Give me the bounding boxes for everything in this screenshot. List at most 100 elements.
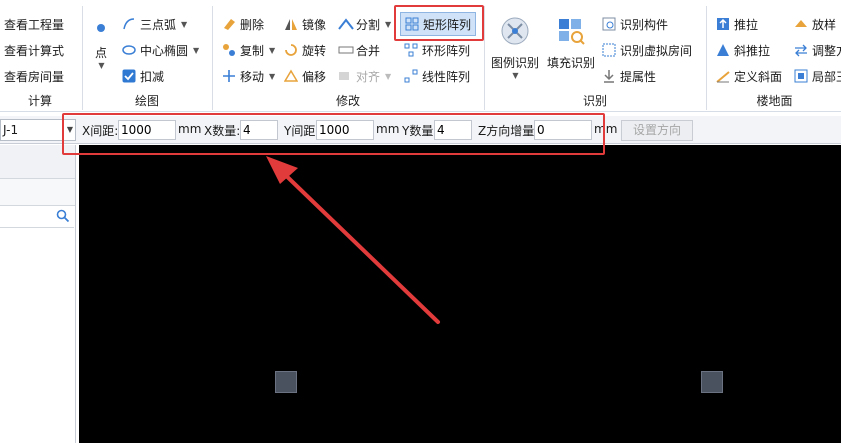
push-pull-button[interactable]: 推拉 [716,13,758,35]
group-identify-label: 识别 [582,94,607,108]
fill-identify-button[interactable]: 填充识别 [544,16,598,71]
adjust-button[interactable]: 调整方 [794,39,841,61]
extract-attr-icon [602,69,616,83]
group-floor-label: 楼地面 [756,94,793,108]
move-button[interactable]: 移动 ▼ [222,65,275,87]
push-pull-label: 推拉 [734,17,759,32]
linear-array-label: 线性阵列 [422,69,471,84]
component-search-input[interactable] [0,206,74,228]
drawing-canvas[interactable] [79,145,841,443]
group-calc-label: 计算 [27,94,52,108]
rotate-icon [284,43,298,57]
merge-icon [338,43,354,57]
copy-button[interactable]: 复制 ▼ [222,39,275,61]
merge-label: 合并 [356,43,381,58]
left-panel-subheader [0,179,75,206]
align-icon [338,69,352,83]
set-direction-button[interactable]: 设置方向 [621,120,693,141]
separator [484,6,485,110]
point-caret-icon: ▼ [98,61,105,70]
offset-icon [283,69,299,83]
ring-array-icon [404,43,418,57]
identify-component-label: 识别构件 [620,17,669,32]
push-pull-icon [716,17,730,31]
local-label: 局部王 [812,69,841,84]
delete-label: 删除 [240,17,265,32]
chevron-down-icon: ▼ [385,71,392,81]
view-formula-button[interactable]: 查看计算式 [4,39,64,61]
linear-array-icon [404,69,418,83]
point-icon [96,22,106,32]
view-quantity-button[interactable]: 查看工程量 [4,13,64,35]
identify-component-button[interactable]: 识别构件 [602,13,668,35]
identify-virtual-room-label: 识别虚拟房间 [620,43,693,58]
chevron-down-icon: ▼ [269,45,276,55]
group-identify: 图例识别 ▼ 填充识别 识别构件 识别虚拟房间 提属性 识别 [486,0,704,112]
legend-identify-icon [500,16,530,46]
ring-array-label: 环形阵列 [422,43,471,58]
align-button[interactable]: 对齐 ▼ [338,65,391,87]
separator [212,6,213,110]
define-slope-button[interactable]: 定义斜面 [716,65,782,87]
split-button[interactable]: 分割 ▼ [338,13,391,35]
mirror-icon [284,17,298,31]
separator [82,6,83,110]
point-label: 点 [94,46,107,60]
deduct-checkbox[interactable]: 扣减 [122,65,164,87]
deduct-label: 扣减 [140,69,165,84]
chevron-down-icon: ▼ [385,19,392,29]
mirror-button[interactable]: 镜像 [284,13,326,35]
loft-button[interactable]: 放样 [794,13,836,35]
delete-button[interactable]: 删除 [222,13,264,35]
ellipse-icon [122,43,136,57]
mirror-label: 镜像 [302,17,327,32]
group-calc: 查看工程量 查看计算式 查看房间量 计算 [0,0,80,112]
virtual-room-icon [602,43,616,57]
column-element[interactable] [701,371,723,393]
local-icon [794,69,808,83]
component-combo-value: J-1 [3,123,19,137]
fill-identify-label: 填充识别 [546,56,595,70]
view-quantity-label: 查看工程量 [4,17,65,32]
chevron-down-icon: ▼ [512,71,519,80]
chevron-down-icon: ▼ [269,71,276,81]
legend-identify-button[interactable]: 图例识别 ▼ [488,16,542,80]
move-icon [222,69,236,83]
rotate-button[interactable]: 旋转 [284,39,326,61]
identify-virtual-room-button[interactable]: 识别虚拟房间 [602,39,692,61]
point-button[interactable]: 点 ▼ [90,22,112,70]
adjust-arrows-icon [794,43,808,57]
eraser-icon [222,17,236,31]
slope-push-button[interactable]: 斜推拉 [716,39,770,61]
legend-identify-label: 图例识别 [490,56,539,70]
offset-button[interactable]: 偏移 [283,65,326,87]
adjust-label: 调整方 [812,43,841,58]
linear-array-button[interactable]: 线性阵列 [404,65,470,87]
view-room-quantity-button[interactable]: 查看房间量 [4,65,64,87]
merge-button[interactable]: 合并 [338,39,380,61]
left-panel [0,145,76,443]
search-icon [56,209,70,226]
copy-label: 复制 [240,43,265,58]
align-label: 对齐 [356,69,381,84]
extract-attr-label: 提属性 [620,69,657,84]
view-room-quantity-label: 查看房间量 [4,69,65,84]
split-icon [338,17,354,31]
rect-array-highlight [394,5,484,41]
loft-icon [794,17,808,31]
arc-icon [122,17,136,31]
center-ellipse-button[interactable]: 中心椭圆 ▼ [122,39,199,61]
toolbar-highlight [62,113,605,155]
chevron-down-icon: ▼ [181,19,188,29]
identify-component-icon [602,17,616,31]
split-label: 分割 [356,17,381,32]
column-element[interactable] [275,371,297,393]
extract-attr-button[interactable]: 提属性 [602,65,656,87]
local-button[interactable]: 局部王 [794,65,841,87]
ring-array-button[interactable]: 环形阵列 [404,39,470,61]
move-label: 移动 [240,69,265,84]
loft-label: 放样 [812,17,837,32]
three-point-arc-button[interactable]: 三点弧 ▼ [122,13,187,35]
group-floor: 推拉 放样 斜推拉 调整方 定义斜面 局部王 楼地面 [708,0,841,112]
view-formula-label: 查看计算式 [4,43,65,58]
